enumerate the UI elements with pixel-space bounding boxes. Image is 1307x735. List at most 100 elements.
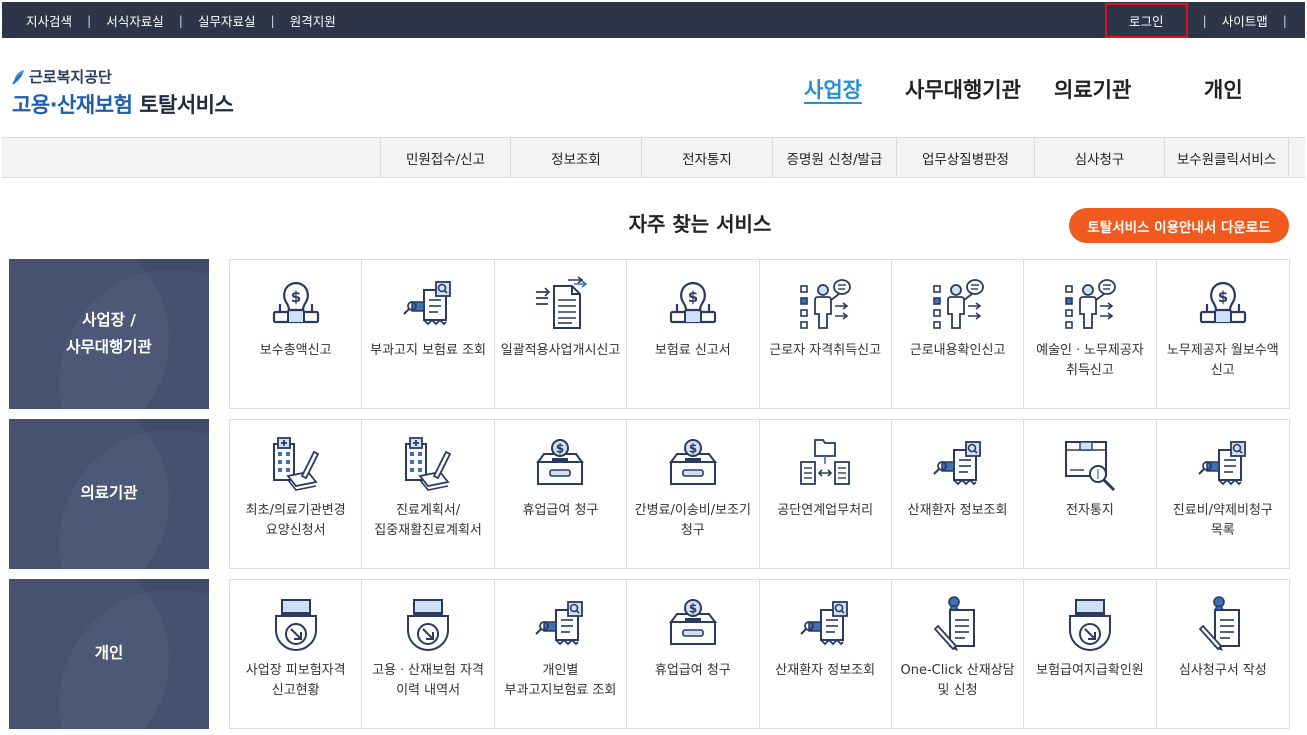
service-row-individual: 개인 사업장 피보험자격 신고현황 고용ㆍ산재보험 자격 이력 내역서 개인별 부과… bbox=[9, 579, 1290, 730]
service-card[interactable]: 휴업급여 청구 bbox=[495, 420, 628, 568]
account-links: 로그인 | 사이트맵 | bbox=[1105, 2, 1287, 38]
service-card[interactable]: 예술인ㆍ노무제공자 취득신고 bbox=[1024, 260, 1157, 408]
money-box-icon bbox=[665, 596, 721, 652]
site-logo[interactable]: 근로복지공단 고용·산재보험 토탈서비스 bbox=[12, 66, 234, 119]
service-card-label: 예술인ㆍ노무제공자 취득신고 bbox=[1036, 343, 1144, 378]
money-laptop-icon bbox=[268, 276, 324, 332]
pin-document-pen-icon bbox=[1195, 596, 1251, 652]
nav-medical[interactable]: 의료기관 bbox=[1054, 74, 1131, 104]
service-card[interactable]: 노무제공자 월보수액 신고 bbox=[1157, 260, 1289, 408]
login-link[interactable]: 로그인 bbox=[1105, 2, 1188, 38]
service-card[interactable]: One-Click 산재상담 및 신청 bbox=[892, 580, 1025, 728]
row-label: 사업장 / 사무대행기관 bbox=[9, 259, 209, 409]
remote-support-link[interactable]: 원격지원 bbox=[290, 11, 336, 30]
service-card[interactable]: 보험급여지급확인원 bbox=[1024, 580, 1157, 728]
subnav-occupational-disease[interactable]: 업무상질병판정 bbox=[896, 138, 1034, 178]
service-card[interactable]: 휴업급여 청구 bbox=[627, 580, 760, 728]
org-name: 근로복지공단 bbox=[12, 66, 233, 87]
subnav-appeal[interactable]: 심사청구 bbox=[1034, 138, 1164, 178]
service-card-label: 산재환자 정보조회 bbox=[907, 503, 1008, 518]
service-card[interactable]: 사업장 피보험자격 신고현황 bbox=[230, 580, 363, 728]
hospital-pen-icon bbox=[268, 436, 324, 492]
subnav-certificate[interactable]: 증명원 신청/발급 bbox=[772, 138, 896, 178]
service-card[interactable]: 심사청구서 작성 bbox=[1157, 580, 1289, 728]
separator: | bbox=[1282, 12, 1287, 28]
service-card-label: 전자통지 bbox=[1066, 503, 1114, 518]
service-card[interactable]: 최초/의료기관변경 요양신청서 bbox=[230, 420, 363, 568]
service-card-label: 고용ㆍ산재보험 자격 이력 내역서 bbox=[372, 663, 484, 698]
service-card[interactable]: 보수총액신고 bbox=[230, 260, 363, 408]
forms-library-link[interactable]: 서식자료실 bbox=[106, 11, 164, 30]
pin-document-pen-icon bbox=[930, 596, 986, 652]
printer-download-icon bbox=[400, 596, 456, 652]
sitemap-link[interactable]: 사이트맵 bbox=[1222, 11, 1268, 30]
service-card-label: 공단연계업무처리 bbox=[777, 503, 874, 518]
search-document-icon bbox=[1195, 436, 1251, 492]
hospital-pen-icon bbox=[400, 436, 456, 492]
box-magnifier-icon bbox=[1062, 436, 1118, 492]
folder-exchange-icon bbox=[797, 436, 853, 492]
service-card-label: 산재환자 정보조회 bbox=[775, 663, 876, 678]
service-card[interactable]: 간병료/이송비/보조기 청구 bbox=[627, 420, 760, 568]
nav-individual[interactable]: 개인 bbox=[1204, 74, 1243, 104]
service-cards: 사업장 피보험자격 신고현황 고용ㆍ산재보험 자격 이력 내역서 개인별 부과고지보… bbox=[229, 579, 1290, 729]
service-card-label: 심사청구서 작성 bbox=[1178, 663, 1267, 678]
separator: | bbox=[270, 12, 275, 28]
printer-download-icon bbox=[1062, 596, 1118, 652]
sub-navigation: 민원접수/신고 정보조회 전자통지 증명원 신청/발급 업무상질병판정 심사청구… bbox=[2, 138, 1305, 178]
service-row-medical: 의료기관 최초/의료기관변경 요양신청서 진료계획서/집중재활진료계획서 휴업급여 … bbox=[9, 419, 1290, 570]
service-card[interactable]: 전자통지 bbox=[1024, 420, 1157, 568]
service-card-label: 보수총액신고 bbox=[259, 343, 332, 358]
service-card-label: 진료비/약제비청구 목록 bbox=[1172, 503, 1273, 538]
subnav-info-lookup[interactable]: 정보조회 bbox=[510, 138, 641, 178]
service-card-label: 간병료/이송비/보조기 청구 bbox=[634, 503, 752, 538]
service-card-label: 일괄적용사업개시신고 bbox=[500, 343, 621, 358]
service-card[interactable]: 진료계획서/집중재활진료계획서 bbox=[362, 420, 495, 568]
service-card[interactable]: 산재환자 정보조회 bbox=[892, 420, 1025, 568]
row-label: 개인 bbox=[9, 579, 209, 729]
service-card-label: 노무제공자 월보수액 신고 bbox=[1166, 343, 1279, 378]
site-header: 근로복지공단 고용·산재보험 토탈서비스 사업장 사무대행기관 의료기관 개인 bbox=[2, 38, 1305, 138]
subnav-e-notice[interactable]: 전자통지 bbox=[641, 138, 772, 178]
service-card[interactable]: 공단연계업무처리 bbox=[760, 420, 892, 568]
subnav-civil-petition[interactable]: 민원접수/신고 bbox=[380, 138, 510, 178]
service-card-label: 진료계획서/집중재활진료계획서 bbox=[374, 503, 482, 538]
person-checklist-icon bbox=[1062, 276, 1118, 332]
service-card[interactable]: 고용ㆍ산재보험 자격 이력 내역서 bbox=[362, 580, 495, 728]
service-card-label: 보험급여지급확인원 bbox=[1036, 663, 1144, 678]
service-card-label: 최초/의료기관변경 요양신청서 bbox=[245, 503, 346, 538]
service-card[interactable]: 부과고지 보험료 조회 bbox=[362, 260, 495, 408]
money-box-icon bbox=[532, 436, 588, 492]
row-label: 의료기관 bbox=[9, 419, 209, 569]
service-card[interactable]: 진료비/약제비청구 목록 bbox=[1157, 420, 1289, 568]
separator: | bbox=[1202, 12, 1207, 28]
service-card-label: 보험료 신고서 bbox=[654, 343, 731, 358]
service-row-workplace: 사업장 / 사무대행기관 보수총액신고 부과고지 보험료 조회 일괄적용사업개시신고… bbox=[9, 259, 1290, 410]
search-document-icon bbox=[400, 276, 456, 332]
service-card-label: 휴업급여 청구 bbox=[522, 503, 599, 518]
person-checklist-icon bbox=[797, 276, 853, 332]
separator: | bbox=[178, 12, 183, 28]
service-card[interactable]: 근로내용확인신고 bbox=[892, 260, 1025, 408]
money-box-icon bbox=[665, 436, 721, 492]
service-card-label: 사업장 피보험자격 신고현황 bbox=[245, 663, 346, 698]
service-card[interactable]: 산재환자 정보조회 bbox=[760, 580, 892, 728]
search-document-icon bbox=[797, 596, 853, 652]
service-card-label: 휴업급여 청구 bbox=[654, 663, 731, 678]
top-utility-bar: 지사검색 | 서식자료실 | 실무자료실 | 원격지원 로그인 | 사이트맵 | bbox=[2, 2, 1305, 38]
branch-search-link[interactable]: 지사검색 bbox=[26, 11, 72, 30]
nav-workplace[interactable]: 사업장 bbox=[804, 74, 862, 104]
service-card[interactable]: 근로자 자격취득신고 bbox=[760, 260, 892, 408]
service-card-label: One-Click 산재상담 및 신청 bbox=[900, 663, 1015, 698]
leaf-logo-icon bbox=[12, 69, 24, 84]
document-transfer-icon bbox=[532, 276, 588, 332]
service-card[interactable]: 일괄적용사업개시신고 bbox=[495, 260, 628, 408]
service-cards: 보수총액신고 부과고지 보험료 조회 일괄적용사업개시신고 보험료 신고서 근로자 자격… bbox=[229, 259, 1290, 409]
subnav-one-click-wage[interactable]: 보수원클릭서비스 bbox=[1164, 138, 1289, 178]
service-card[interactable]: 개인별 부과고지보험료 조회 bbox=[495, 580, 628, 728]
practice-library-link[interactable]: 실무자료실 bbox=[198, 11, 256, 30]
service-card[interactable]: 보험료 신고서 bbox=[627, 260, 760, 408]
nav-agency[interactable]: 사무대행기관 bbox=[905, 74, 1021, 104]
guide-download-button[interactable]: 토탈서비스 이용안내서 다운로드 bbox=[1069, 208, 1289, 243]
money-laptop-icon bbox=[665, 276, 721, 332]
